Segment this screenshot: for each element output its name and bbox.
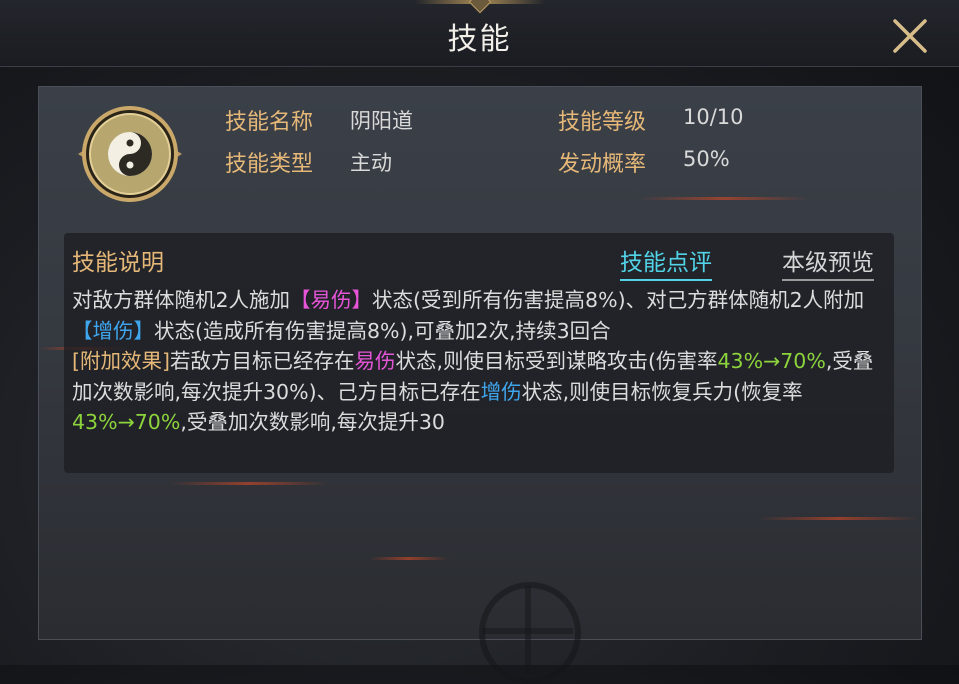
bg-streak (759, 517, 919, 520)
status-tag-damage-up: 【增伤】 (72, 318, 154, 343)
bg-wheel (479, 582, 581, 684)
skill-description-box: 技能说明 技能点评 本级预览 对敌方群体随机2人施加【易伤】状态(受到所有伤害提… (64, 233, 894, 473)
trigger-chance-label: 发动概率 (558, 152, 647, 177)
description-text: 对敌方群体随机2人施加【易伤】状态(受到所有伤害提高8%)、对己方群体随机2人附… (72, 285, 887, 438)
tab-level-preview[interactable]: 本级预览 (782, 243, 874, 281)
bg-streak (169, 482, 329, 485)
status-tag-vulnerable: 易伤 (354, 349, 396, 373)
skill-name-label: 技能名称 (225, 110, 314, 135)
skill-level-value: 10/10 (683, 105, 744, 129)
desc-text: ,受叠加次数影响,每次提升30 (180, 410, 445, 434)
desc-text: 状态(造成所有伤害提高8%),可叠加2次,持续3回合 (154, 318, 611, 343)
desc-text: 状态,则使目标受到谋略攻击(伤害率 (395, 349, 718, 373)
damage-rate-value: 43%→70% (717, 349, 826, 373)
status-tag-vulnerable: 【易伤】 (290, 288, 373, 312)
heal-rate-value: 43%→70% (72, 410, 181, 434)
skill-name-value: 阴阳道 (350, 109, 413, 133)
skill-level-label: 技能等级 (558, 110, 647, 135)
extra-effect-label: [附加效果] (72, 349, 170, 373)
description-title: 技能说明 (72, 250, 164, 276)
close-button[interactable] (888, 14, 932, 58)
yin-yang-icon (78, 106, 182, 202)
close-icon (893, 19, 927, 53)
bg-streak (369, 557, 449, 560)
title-bar: 技能 (0, 0, 959, 67)
desc-text: 状态,则使目标恢复兵力(恢复率 (521, 379, 803, 404)
desc-text: 若敌方目标已经存在 (170, 349, 355, 373)
desc-text: 对敌方群体随机2人施加 (72, 288, 291, 312)
bg-streak (639, 197, 809, 200)
desc-text: 状态(受到所有伤害提高8%)、对己方群体随机2人附加 (372, 288, 865, 312)
title-ornament-diamond (468, 0, 492, 14)
page-title: 技能 (447, 22, 512, 57)
tab-skill-review[interactable]: 技能点评 (620, 243, 712, 281)
status-tag-damage-up: 增伤 (480, 379, 522, 404)
trigger-chance-value: 50% (683, 147, 730, 171)
skill-icon (76, 100, 184, 208)
skill-type-label: 技能类型 (225, 152, 314, 177)
skill-type-value: 主动 (350, 151, 392, 175)
